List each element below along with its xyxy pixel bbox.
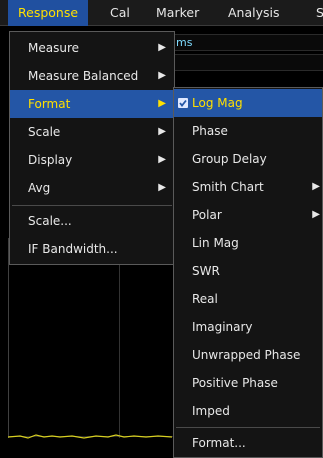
menu-item-label: Imped <box>192 404 230 418</box>
menu-item-label: Scale... <box>28 214 72 228</box>
menu-item-real[interactable]: Real <box>174 285 322 313</box>
menu-item-label: Positive Phase <box>192 376 278 390</box>
menu-item-label: Imaginary <box>192 320 253 334</box>
menu-item-label: Measure Balanced <box>28 69 139 83</box>
menu-item-label: Lin Mag <box>192 236 239 250</box>
menu-separator <box>176 427 320 428</box>
menu-item-phase[interactable]: Phase <box>174 117 322 145</box>
menu-item-label: Unwrapped Phase <box>192 348 301 362</box>
menu-item-label: Format <box>28 97 71 111</box>
menu-item-measure[interactable]: Measure ▶ <box>10 34 174 62</box>
menu-item-log-mag[interactable]: Log Mag <box>174 89 322 117</box>
format-submenu: Log Mag Phase Group Delay Smith Chart ▶ … <box>173 87 323 458</box>
menu-separator <box>12 205 172 206</box>
menu-item-positive-phase[interactable]: Positive Phase <box>174 369 322 397</box>
menu-item-swr[interactable]: SWR <box>174 257 322 285</box>
menu-item-label: Polar <box>192 208 222 222</box>
menu-item-label: SWR <box>192 264 220 278</box>
submenu-arrow-icon: ▶ <box>158 154 166 165</box>
menu-item-smith-chart[interactable]: Smith Chart ▶ <box>174 173 322 201</box>
menu-item-format[interactable]: Format ▶ <box>10 90 174 118</box>
submenu-arrow-icon: ▶ <box>312 181 320 192</box>
check-icon <box>178 98 188 108</box>
menu-item-polar[interactable]: Polar ▶ <box>174 201 322 229</box>
menu-item-label: Phase <box>192 124 228 138</box>
menu-item-label: Measure <box>28 41 79 55</box>
menu-item-label: Avg <box>28 181 51 195</box>
menu-item-scale[interactable]: Scale ▶ <box>10 118 174 146</box>
submenu-arrow-icon: ▶ <box>158 42 166 53</box>
submenu-arrow-icon: ▶ <box>158 126 166 137</box>
menu-item-label: Display <box>28 153 73 167</box>
menu-item-label: Format... <box>192 436 246 450</box>
menu-item-unwrapped-phase[interactable]: Unwrapped Phase <box>174 341 322 369</box>
menu-item-imped[interactable]: Imped <box>174 397 322 425</box>
menu-item-display[interactable]: Display ▶ <box>10 146 174 174</box>
menu-item-label: Smith Chart <box>192 180 264 194</box>
menu-item-group-delay[interactable]: Group Delay <box>174 145 322 173</box>
menu-item-label: Scale <box>28 125 61 139</box>
submenu-arrow-icon: ▶ <box>312 209 320 220</box>
menu-item-avg[interactable]: Avg ▶ <box>10 174 174 202</box>
submenu-arrow-icon: ▶ <box>158 182 166 193</box>
menu-item-measure-balanced[interactable]: Measure Balanced ▶ <box>10 62 174 90</box>
menu-item-scale-dialog[interactable]: Scale... <box>10 207 174 235</box>
submenu-arrow-icon: ▶ <box>158 98 166 109</box>
response-menu: Measure ▶ Measure Balanced ▶ Format ▶ Sc… <box>9 31 175 265</box>
menu-item-label: Group Delay <box>192 152 267 166</box>
menu-item-imaginary[interactable]: Imaginary <box>174 313 322 341</box>
menu-item-format-dialog[interactable]: Format... <box>174 429 322 457</box>
menu-item-if-bandwidth[interactable]: IF Bandwidth... <box>10 235 174 263</box>
submenu-arrow-icon: ▶ <box>158 70 166 81</box>
menu-item-label: Log Mag <box>192 96 243 110</box>
menu-item-label: Real <box>192 292 218 306</box>
menu-item-lin-mag[interactable]: Lin Mag <box>174 229 322 257</box>
menu-item-label: IF Bandwidth... <box>28 242 118 256</box>
